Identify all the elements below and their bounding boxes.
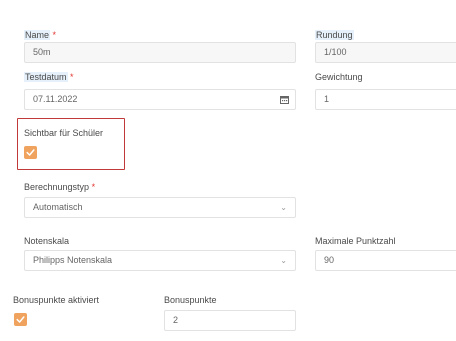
gewichtung-input[interactable]: 1 — [315, 89, 456, 110]
checkmark-icon — [16, 316, 25, 323]
bonuspunkte-aktiviert-label: Bonuspunkte aktiviert — [13, 295, 100, 305]
chevron-down-icon: ⌄ — [280, 256, 287, 265]
maximale-punktzahl-input[interactable]: 90 — [315, 250, 456, 271]
notenskala-select[interactable]: Philipps Notenskala ⌄ — [24, 250, 296, 271]
testdatum-label: Testdatum * — [24, 72, 74, 82]
bonuspunkte-label: Bonuspunkte — [164, 295, 217, 305]
testdatum-input[interactable]: 07.11.2022 — [24, 89, 296, 110]
calendar-icon[interactable] — [280, 95, 289, 104]
sichtbar-checkbox[interactable] — [24, 146, 37, 159]
bonuspunkte-input[interactable]: 2 — [164, 310, 296, 331]
name-label: Name * — [24, 30, 57, 40]
highlight-box — [17, 118, 125, 170]
checkmark-icon — [26, 149, 35, 156]
sichtbar-label: Sichtbar für Schüler — [24, 128, 104, 138]
gewichtung-label: Gewichtung — [315, 72, 363, 82]
bonuspunkte-aktiviert-checkbox[interactable] — [14, 313, 27, 326]
rundung-input[interactable]: 1/100 — [315, 42, 456, 63]
rundung-label: Rundung — [315, 30, 354, 40]
berechnungstyp-label: Berechnungstyp * — [24, 182, 96, 192]
name-input[interactable]: 50m — [24, 42, 296, 63]
chevron-down-icon: ⌄ — [280, 203, 287, 212]
notenskala-label: Notenskala — [24, 236, 70, 246]
maximale-punktzahl-label: Maximale Punktzahl — [315, 236, 396, 246]
berechnungstyp-select[interactable]: Automatisch ⌄ — [24, 197, 296, 218]
